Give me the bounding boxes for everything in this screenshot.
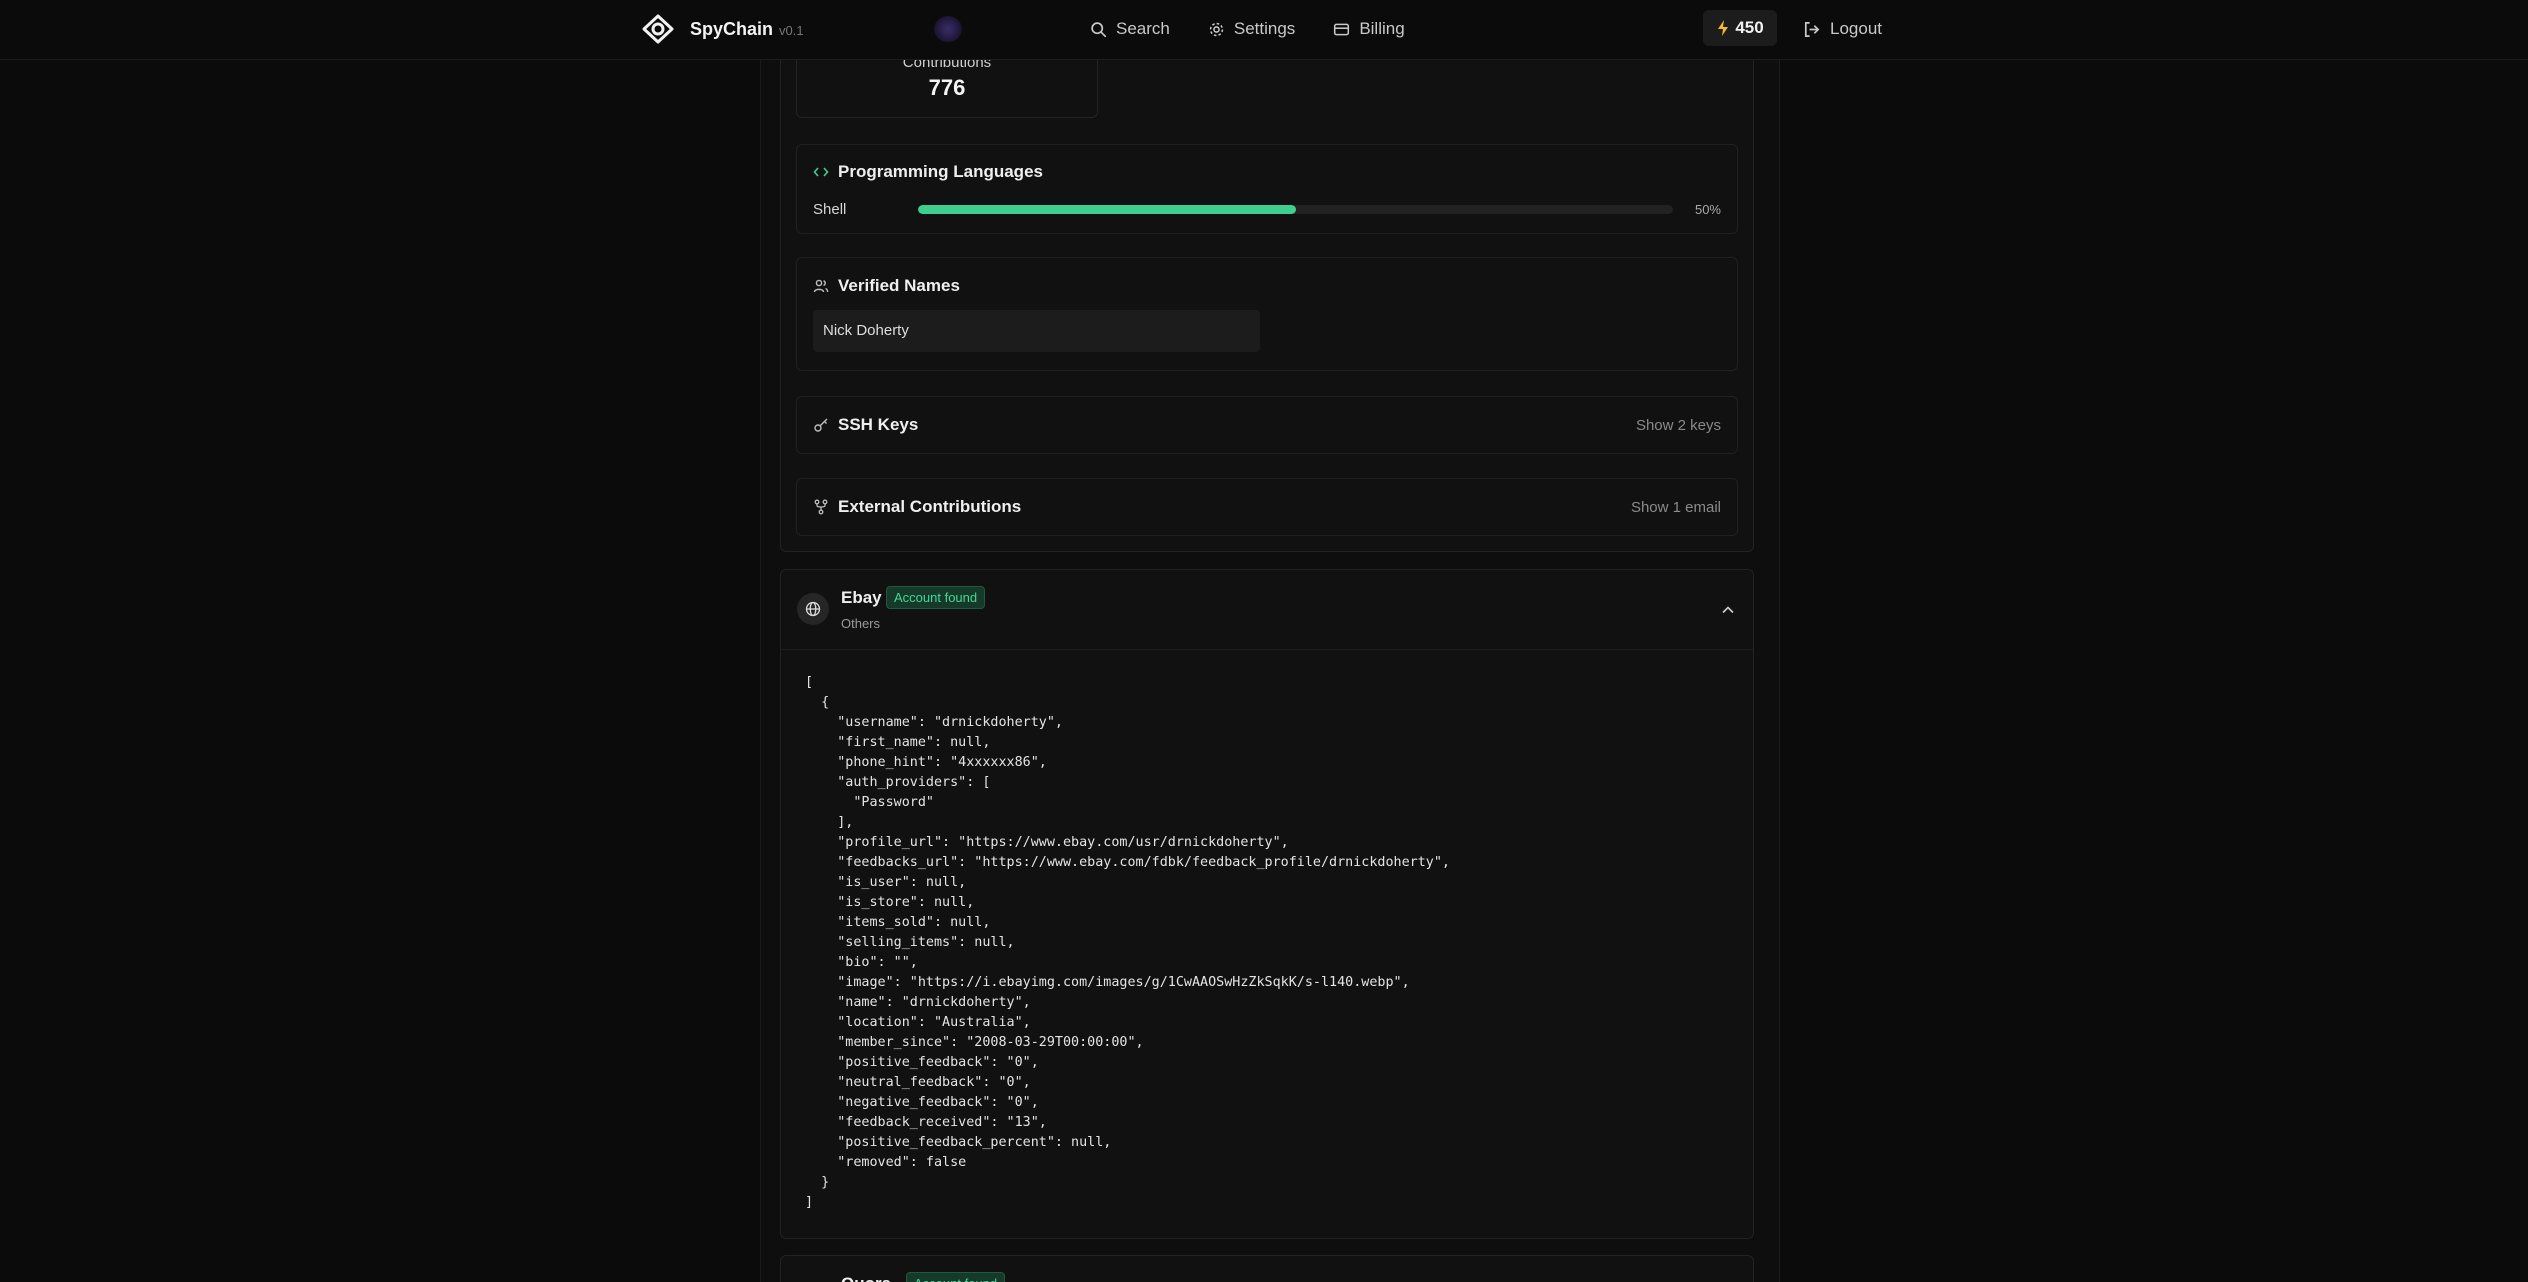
show-emails-link[interactable]: Show 1 email <box>1631 499 1721 516</box>
nav-billing-link[interactable]: Billing <box>1333 19 1405 39</box>
external-contributions-section: External Contributions Show 1 email <box>796 478 1738 536</box>
ssh-keys-header: SSH Keys <box>813 415 918 435</box>
quora-result-card: Quora Account found <box>780 1255 1754 1282</box>
json-line: "first_name": null, <box>805 735 991 750</box>
gear-icon <box>1209 22 1224 36</box>
chevron-up-icon[interactable] <box>1721 603 1735 617</box>
ebay-title: Ebay <box>841 588 882 607</box>
json-line: "feedbacks_url": "https://www.ebay.com/f… <box>805 855 1450 870</box>
json-line: "items_sold": null, <box>805 915 991 930</box>
ebay-result-card: Ebay Account found Others [ { "username"… <box>780 569 1754 1239</box>
top-navbar: SpyChain v0.1 Search Settings Billing 45… <box>0 0 2528 60</box>
json-line: "location": "Australia", <box>805 1015 1031 1030</box>
json-line: "image": "https://i.ebayimg.com/images/g… <box>805 975 1410 990</box>
verified-name-item: Nick Doherty <box>813 310 1260 352</box>
show-ssh-keys-link[interactable]: Show 2 keys <box>1636 417 1721 434</box>
json-line: "bio": "", <box>805 955 918 970</box>
git-fork-icon <box>814 499 828 515</box>
ssh-keys-title: SSH Keys <box>838 415 919 434</box>
credits-badge[interactable]: 450 <box>1703 10 1777 46</box>
nav-settings-label: Settings <box>1233 19 1296 38</box>
json-line: "neutral_feedback": "0", <box>805 1075 1031 1090</box>
brand-version: v0.1 <box>779 23 804 38</box>
nav-settings-link[interactable]: Settings <box>1208 19 1295 39</box>
logout-label: Logout <box>1830 19 1882 38</box>
nav-search-label: Search <box>1116 19 1170 38</box>
json-line: "Password" <box>805 795 934 810</box>
search-icon <box>1091 21 1107 37</box>
json-line: "phone_hint": "4xxxxxx86", <box>805 755 1047 770</box>
json-line: [ <box>805 675 814 690</box>
credit-card-icon <box>1334 23 1350 35</box>
globe-icon <box>797 593 829 625</box>
ssh-keys-section: SSH Keys Show 2 keys <box>796 396 1738 454</box>
language-percent: 50% <box>1694 202 1721 217</box>
languages-title: Programming Languages <box>838 162 1043 181</box>
json-line: } <box>805 1175 830 1190</box>
json-line: "auth_providers": [ <box>805 775 991 790</box>
logout-icon <box>1804 21 1820 37</box>
nav-links: Search Settings Billing <box>1090 14 1443 44</box>
verified-names-header: Verified Names <box>813 276 960 296</box>
json-line: ] <box>805 1195 814 1210</box>
json-line: "positive_feedback_percent": null, <box>805 1135 1112 1150</box>
language-progress-fill <box>918 205 1296 214</box>
language-name: Shell <box>813 201 847 218</box>
nav-search-link[interactable]: Search <box>1090 19 1170 39</box>
verified-names-section: Verified Names Nick Doherty <box>796 257 1738 371</box>
ebay-json-output: [ { "username": "drnickdoherty", "first_… <box>805 673 1450 1213</box>
json-line: "is_store": null, <box>805 895 975 910</box>
verified-names-title: Verified Names <box>838 276 960 295</box>
nav-billing-label: Billing <box>1359 19 1405 38</box>
quora-account-found-badge: Account found <box>906 1272 1006 1282</box>
json-line: "positive_feedback": "0", <box>805 1055 1039 1070</box>
json-line: "negative_feedback": "0", <box>805 1095 1039 1110</box>
spychain-logo-icon <box>642 14 674 44</box>
external-contributions-header: External Contributions <box>813 497 1021 517</box>
json-line: "profile_url": "https://www.ebay.com/usr… <box>805 835 1289 850</box>
languages-header: Programming Languages <box>813 162 1043 182</box>
json-line: "member_since": "2008-03-29T00:00:00", <box>805 1035 1144 1050</box>
json-line: "name": "drnickdoherty", <box>805 995 1031 1010</box>
json-line: "selling_items": null, <box>805 935 1015 950</box>
programming-languages-section: Programming Languages Shell 50% <box>796 144 1738 234</box>
json-line: "removed": false <box>805 1155 967 1170</box>
external-contributions-title: External Contributions <box>838 497 1022 516</box>
json-line: ], <box>805 815 854 830</box>
json-line: "feedback_received": "13", <box>805 1115 1047 1130</box>
users-icon <box>813 279 829 293</box>
contributions-value: 776 <box>928 75 966 100</box>
brand-name: SpyChain <box>690 18 774 39</box>
code-icon <box>813 167 829 177</box>
ebay-card-header[interactable]: Ebay Account found Others <box>781 570 1753 650</box>
quora-title: Quora <box>841 1274 891 1282</box>
lightning-icon <box>1718 20 1729 36</box>
ebay-category: Others <box>841 616 881 631</box>
account-found-badge: Account found <box>886 586 986 609</box>
json-line: "is_user": null, <box>805 875 967 890</box>
json-line: { <box>805 695 830 710</box>
brand[interactable]: SpyChain v0.1 <box>642 14 804 44</box>
logout-button[interactable]: Logout <box>1802 14 1882 44</box>
key-icon <box>814 418 828 432</box>
status-glow-icon <box>934 16 962 42</box>
language-progress-bar <box>918 205 1673 214</box>
json-line: "username": "drnickdoherty", <box>805 715 1063 730</box>
credits-count: 450 <box>1735 18 1764 37</box>
